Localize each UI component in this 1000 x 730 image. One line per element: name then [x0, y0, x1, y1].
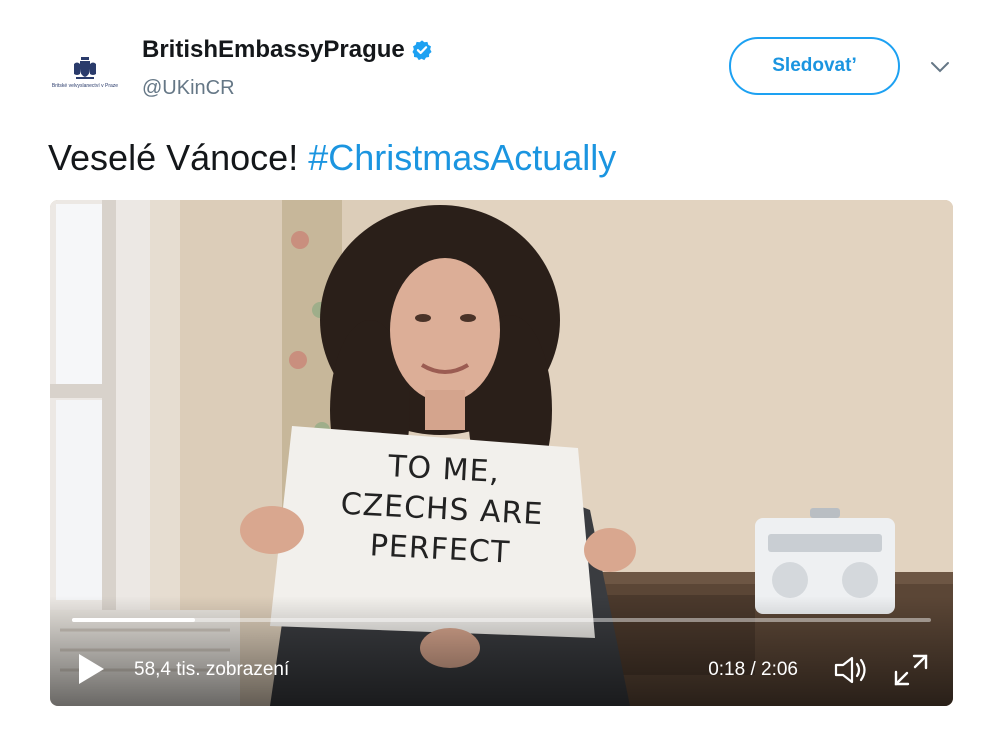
verified-badge-icon	[412, 40, 432, 61]
crest-icon	[74, 57, 96, 79]
chevron-down-icon[interactable]	[928, 58, 952, 76]
view-count: 58,4 tis. zobrazení	[134, 659, 290, 680]
play-icon[interactable]	[76, 652, 106, 686]
volume-icon[interactable]	[832, 654, 870, 686]
display-name[interactable]: BritishEmbassyPrague	[142, 36, 405, 64]
time-display: 0:18 / 2:06	[708, 659, 798, 680]
follow-button[interactable]: Sledovat’	[729, 37, 900, 95]
hashtag-link[interactable]: #ChristmasActually	[308, 137, 616, 178]
tweet-text: Veselé Vánoce! #ChristmasActually	[48, 137, 616, 179]
avatar[interactable]: Britské velvyslanectví v Praze	[45, 32, 125, 112]
avatar-caption: Britské velvyslanectví v Praze	[51, 83, 119, 89]
progress-bar[interactable]	[72, 618, 931, 622]
tweet-body: Veselé Vánoce!	[48, 137, 309, 178]
account-handle[interactable]: @UKinCR	[142, 77, 235, 100]
fullscreen-icon[interactable]	[892, 652, 930, 688]
account-name-row: BritishEmbassyPrague	[142, 36, 433, 64]
controls-overlay	[50, 596, 953, 706]
progress-fill	[72, 618, 195, 622]
sign-text: TO ME, CZECHS ARE PERFECT	[309, 443, 575, 576]
video-player[interactable]: TO ME, CZECHS ARE PERFECT 58,4 tis. zobr…	[50, 200, 953, 706]
